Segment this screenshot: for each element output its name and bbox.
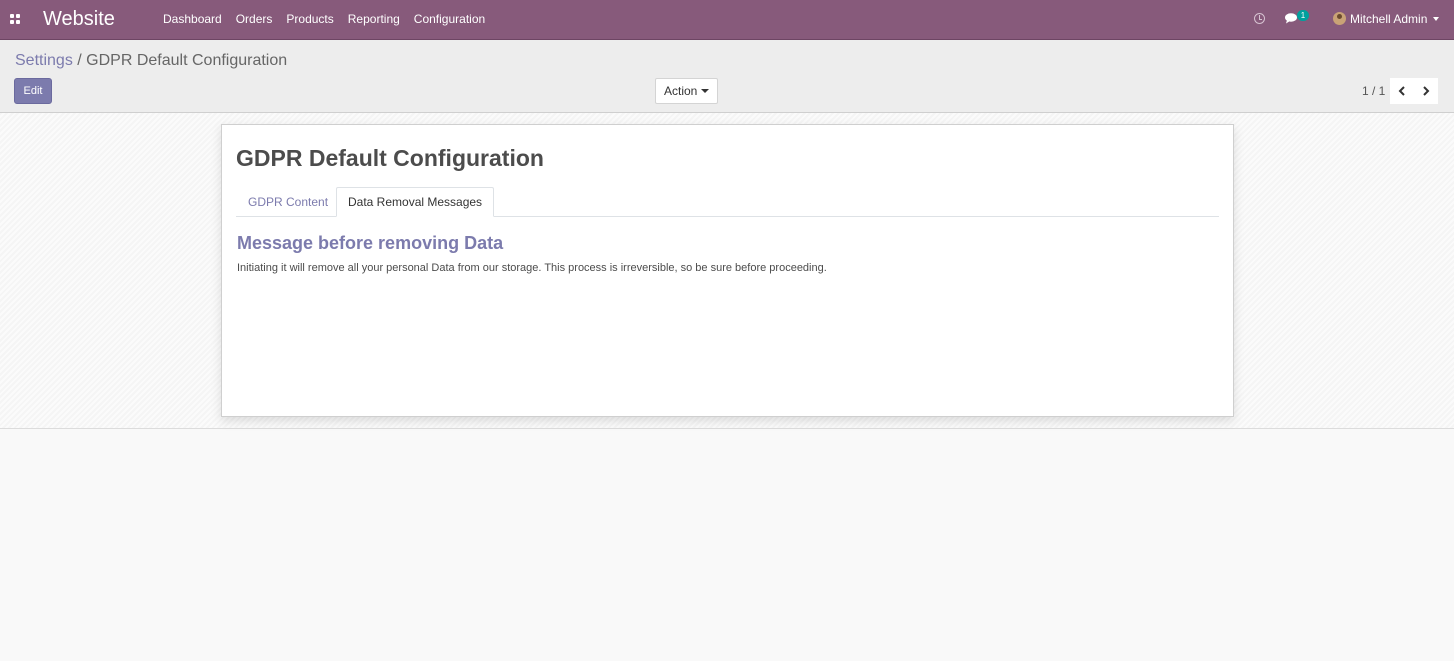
- breadcrumb-current: GDPR Default Configuration: [86, 52, 288, 69]
- menu-item-reporting[interactable]: Reporting: [348, 12, 400, 26]
- user-menu[interactable]: Mitchell Admin: [1333, 12, 1440, 26]
- main-menu: Dashboard Orders Products Reporting Configur…: [163, 12, 499, 26]
- breadcrumb-separator: /: [77, 52, 82, 69]
- tab-gdpr-content[interactable]: GDPR Content: [236, 187, 340, 217]
- removal-message-text: Initiating it will remove all your perso…: [237, 262, 827, 274]
- avatar: [1333, 12, 1346, 25]
- edit-button[interactable]: Edit: [14, 78, 52, 104]
- clock-icon[interactable]: [1254, 13, 1265, 24]
- top-navbar: Website Dashboard Orders Products Reporting…: [0, 0, 1454, 40]
- pager-previous-button[interactable]: [1390, 78, 1414, 104]
- chevron-down-icon: [1433, 17, 1440, 21]
- caret-down-icon: [701, 89, 710, 93]
- menu-item-products[interactable]: Products: [286, 12, 333, 26]
- section-title: Message before removing Data: [237, 233, 504, 253]
- breadcrumb: Settings / GDPR Default Configuration: [15, 52, 287, 70]
- record-title: GDPR Default Configuration: [236, 145, 544, 171]
- tab-data-removal-messages[interactable]: Data Removal Messages: [336, 187, 495, 217]
- chat-count-badge: 1: [1297, 10, 1309, 21]
- control-panel: Settings / GDPR Default Configuration Ed…: [0, 40, 1454, 113]
- user-name: Mitchell Admin: [1350, 12, 1428, 26]
- apps-menu-icon[interactable]: [10, 14, 20, 24]
- menu-item-orders[interactable]: Orders: [236, 12, 273, 26]
- notebook-tabs: GDPR Content Data Removal Messages: [236, 187, 1219, 217]
- form-sheet: GDPR Default Configuration GDPR Content …: [221, 124, 1234, 417]
- app-brand[interactable]: Website: [43, 8, 115, 31]
- menu-item-configuration[interactable]: Configuration: [414, 12, 485, 26]
- action-dropdown-button[interactable]: Action: [655, 78, 718, 104]
- chevron-left-icon: [1398, 86, 1405, 96]
- breadcrumb-settings-link[interactable]: Settings: [15, 52, 73, 69]
- pager-value[interactable]: 1 / 1: [1362, 84, 1385, 98]
- chevron-right-icon: [1423, 86, 1430, 96]
- menu-item-dashboard[interactable]: Dashboard: [163, 12, 222, 26]
- pager-next-button[interactable]: [1414, 78, 1438, 104]
- action-label: Action: [664, 84, 698, 98]
